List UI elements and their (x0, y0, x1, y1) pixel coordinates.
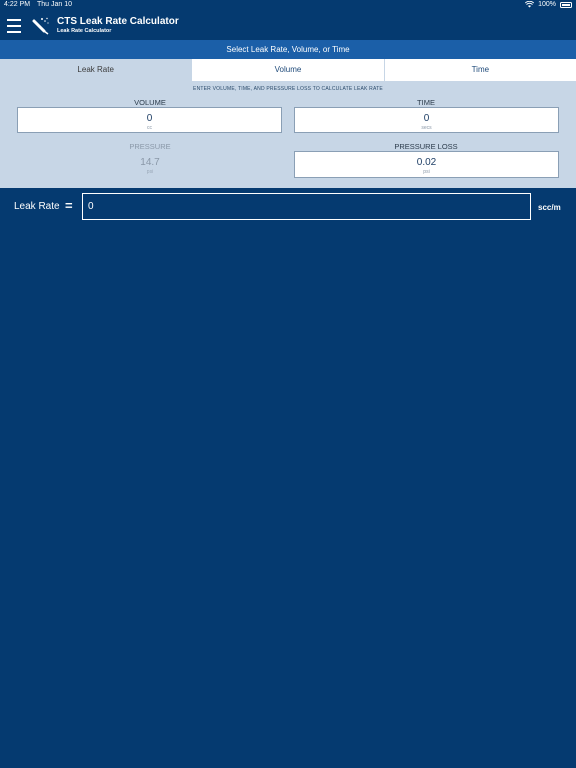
calculator-panel: Leak Rate Volume Time ENTER VOLUME, TIME… (0, 59, 576, 188)
pressure-loss-field[interactable]: 0.02 psi (294, 151, 559, 178)
pressure-loss-unit: psi (423, 169, 430, 175)
battery-percent: 100% (538, 1, 556, 8)
mode-tabs: Leak Rate Volume Time (0, 59, 576, 81)
tab-leak-rate[interactable]: Leak Rate (0, 59, 192, 81)
status-date: Thu Jan 10 (37, 1, 73, 8)
battery-icon (560, 1, 572, 8)
tab-volume[interactable]: Volume (191, 59, 384, 81)
app-header: CTS Leak Rate Calculator Leak Rate Calcu… (0, 11, 576, 40)
pressure-value: 14.7 (140, 157, 160, 168)
status-indicators: 100% (525, 1, 572, 8)
volume-label: VOLUME (134, 98, 166, 107)
time-unit: secs (421, 125, 432, 131)
time-value: 0 (423, 113, 430, 124)
pressure-label: PRESSURE (129, 142, 171, 151)
pressure-field: 14.7 psi (18, 157, 282, 175)
volume-field[interactable]: 0 cc (17, 107, 282, 133)
tab-time[interactable]: Time (383, 59, 576, 81)
app-subtitle: Leak Rate Calculator (57, 28, 112, 34)
time-label: TIME (417, 98, 435, 107)
pressure-unit: psi (146, 169, 154, 175)
app-title: CTS Leak Rate Calculator (57, 16, 179, 27)
leak-rate-result-field: 0 (82, 193, 531, 220)
leak-rate-unit: scc/m (538, 203, 561, 212)
menu-icon[interactable] (7, 19, 21, 33)
time-field[interactable]: 0 secs (294, 107, 559, 133)
status-time: 4:22 PM (4, 1, 31, 8)
select-mode-bar: Select Leak Rate, Volume, or Time (0, 40, 576, 59)
equals-sign: = (65, 198, 73, 213)
leak-detector-logo-icon (32, 17, 49, 35)
wifi-icon (525, 1, 535, 8)
volume-unit: cc (147, 125, 152, 131)
leak-rate-result-label: Leak Rate (14, 201, 60, 212)
status-bar: 4:22 PM Thu Jan 10 100% (0, 0, 576, 11)
pressure-loss-value: 0.02 (416, 157, 437, 168)
pressure-loss-label: PRESSURE LOSS (394, 142, 458, 151)
instructions-text: ENTER VOLUME, TIME, AND PRESSURE LOSS TO… (193, 86, 383, 92)
volume-value: 0 (146, 113, 153, 124)
